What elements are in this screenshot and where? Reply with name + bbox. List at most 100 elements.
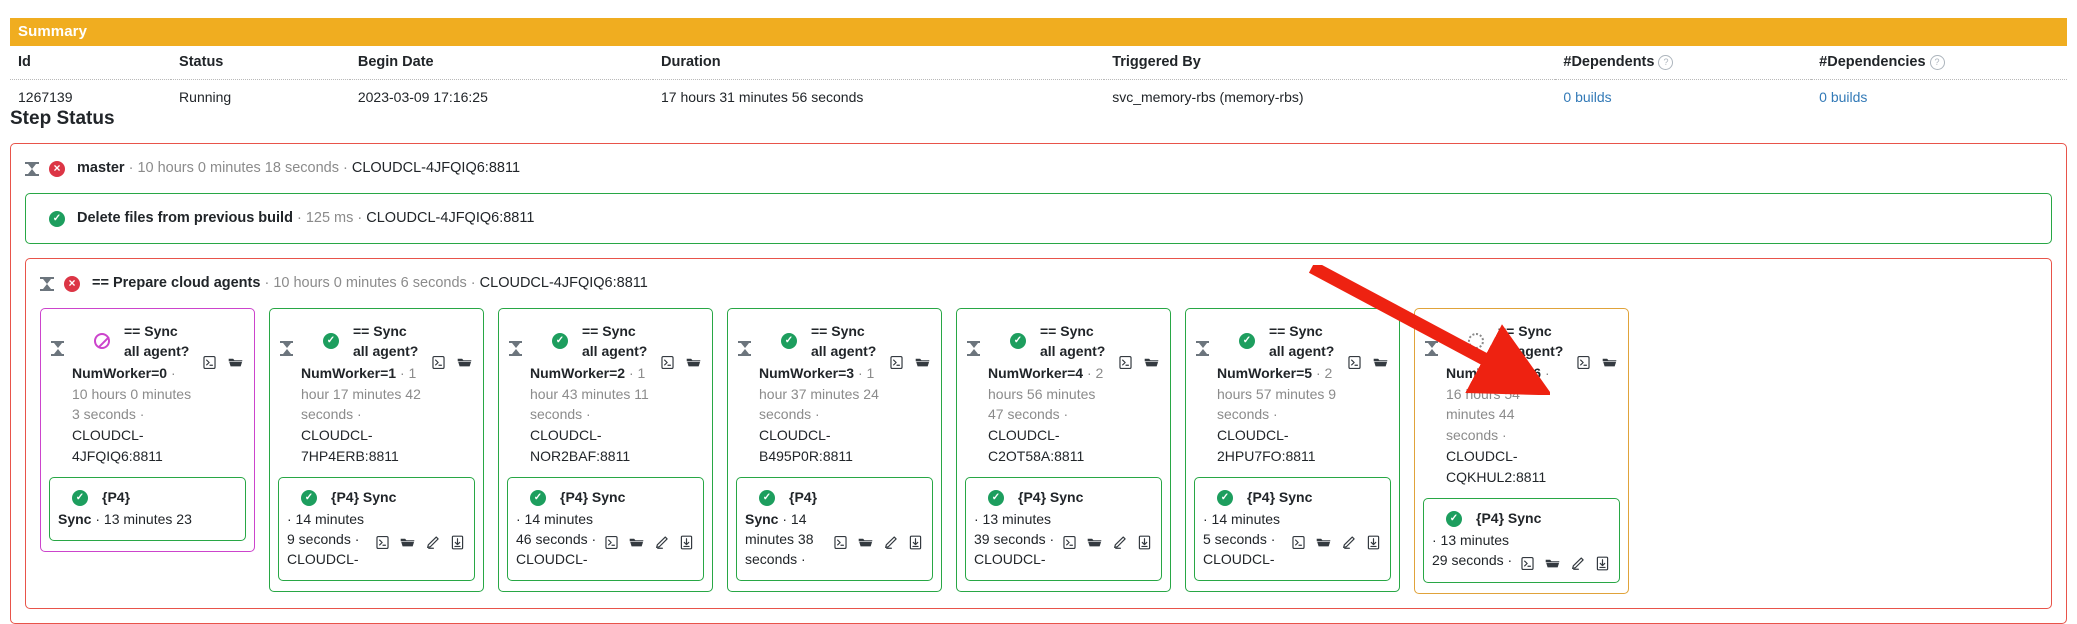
sync-agent-card-0[interactable]: == Sync all agent? NumWorker=0 · 10 hours… — [40, 308, 255, 552]
step-node-master-header[interactable]: master · 10 hours 0 minutes 18 seconds ·… — [11, 144, 2066, 193]
dependencies-builds-link[interactable]: 0 builds — [1819, 89, 1867, 105]
edit-icon[interactable] — [1111, 534, 1128, 551]
folder-icon[interactable] — [1372, 354, 1389, 371]
p4-sync-subcard-title: {P4} Sync — [1247, 489, 1313, 506]
download-icon[interactable] — [1136, 534, 1153, 551]
folder-icon[interactable] — [1315, 534, 1332, 551]
console-icon[interactable] — [1346, 354, 1363, 371]
p4-sync-subcard-3[interactable]: {P4} Sync · 14 minutes 38 seconds · — [736, 477, 933, 581]
edit-icon[interactable] — [1340, 534, 1357, 551]
sync-agent-card-6[interactable]: == Sync all agent? NumWorker=6 · 16 hours… — [1414, 308, 1629, 594]
folder-icon[interactable] — [628, 534, 645, 551]
p4-sync-subcard-body: · 14 minutes 5 seconds · CLOUDCL- — [1203, 510, 1382, 570]
collapse-toggle-icon[interactable] — [51, 341, 64, 357]
p4-sync-subcard-1[interactable]: {P4} Sync · 14 minutes 9 seconds · CLOUD… — [278, 477, 475, 581]
column-header-status: Status — [171, 46, 350, 80]
console-icon[interactable] — [1575, 354, 1592, 371]
download-icon[interactable] — [449, 534, 466, 551]
collapse-toggle-icon[interactable] — [40, 276, 54, 292]
folder-icon[interactable] — [456, 354, 473, 371]
p4-sync-subcard-5[interactable]: {P4} Sync · 14 minutes 5 seconds · CLOUD… — [1194, 477, 1391, 581]
folder-icon[interactable] — [857, 534, 874, 551]
folder-icon[interactable] — [227, 354, 244, 371]
summary-table-header-row: Id Status Begin Date Duration Triggered … — [10, 46, 2067, 80]
sync-agent-card-1[interactable]: == Sync all agent? NumWorker=1 · 1 hour 1… — [269, 308, 484, 592]
download-icon[interactable] — [678, 534, 695, 551]
sync-agent-card-4[interactable]: == Sync all agent? NumWorker=4 · 2 hours … — [956, 308, 1171, 592]
step-node-delete-files-header[interactable]: Delete files from previous build · 125 m… — [26, 194, 2051, 243]
console-icon[interactable] — [1061, 534, 1078, 551]
p4-sync-subcard-wrap: {P4} Sync · 13 minutes 23 — [41, 477, 254, 551]
collapse-toggle-icon[interactable] — [280, 341, 293, 357]
p4-sync-subcard-0[interactable]: {P4} Sync · 13 minutes 23 — [49, 477, 246, 541]
p4-sync-subcard-6[interactable]: {P4} Sync · 13 minutes 29 seconds · — [1423, 497, 1620, 583]
p4-sync-subcard-bold: Sync — [745, 510, 779, 527]
p4-sync-subcard-title: {P4} — [789, 489, 818, 506]
sync-agent-card-header: == Sync all agent? NumWorker=0 · 10 hours… — [41, 309, 254, 477]
column-header-dependencies-label: #Dependencies — [1819, 54, 1926, 70]
status-ok-icon — [1239, 332, 1255, 350]
collapse-toggle-icon[interactable] — [738, 341, 751, 357]
step-node-master: master · 10 hours 0 minutes 18 seconds ·… — [10, 143, 2067, 624]
folder-icon[interactable] — [1601, 354, 1618, 371]
console-icon[interactable] — [430, 354, 447, 371]
p4-sync-subcard-bold: Sync — [58, 510, 92, 527]
sync-agent-card-main: == Sync all agent? NumWorker=3 · 1 hour 3… — [759, 321, 882, 467]
folder-icon[interactable] — [914, 354, 931, 371]
collapse-toggle-icon[interactable] — [509, 341, 522, 357]
folder-icon[interactable] — [1143, 354, 1160, 371]
p4-sync-subcard-4[interactable]: {P4} Sync · 13 minutes 39 seconds · CLOU… — [965, 477, 1162, 581]
sync-agent-card-title: == Sync all agent? — [582, 323, 648, 360]
p4-sync-subcard-2[interactable]: {P4} Sync · 14 minutes 46 seconds · CLOU… — [507, 477, 704, 581]
folder-icon[interactable] — [1544, 555, 1561, 572]
step-node-prepare-cloud-agents-header[interactable]: == Prepare cloud agents · 10 hours 0 min… — [26, 259, 2051, 308]
dependents-builds-link[interactable]: 0 builds — [1563, 89, 1611, 105]
console-icon[interactable] — [201, 354, 218, 371]
status-skip-icon — [94, 333, 110, 350]
console-icon[interactable] — [1117, 354, 1134, 371]
help-icon-dependents[interactable]: ? — [1658, 55, 1674, 70]
p4-sync-subcard-detail: · 13 minutes 39 seconds · CLOUDCL- — [974, 510, 1057, 570]
status-ok-icon — [1217, 489, 1233, 506]
console-icon[interactable] — [374, 534, 391, 551]
console-icon[interactable] — [832, 534, 849, 551]
download-icon[interactable] — [1594, 555, 1611, 572]
edit-icon[interactable] — [882, 534, 899, 551]
help-icon-dependencies[interactable]: ? — [1929, 55, 1945, 70]
card-action-icons — [1575, 354, 1618, 371]
edit-icon[interactable] — [424, 534, 441, 551]
collapse-toggle-icon[interactable] — [967, 341, 980, 357]
p4-sync-subcard-title-row: {P4} Sync — [1432, 509, 1611, 529]
sync-agent-card-3[interactable]: == Sync all agent? NumWorker=3 · 1 hour 3… — [727, 308, 942, 592]
console-icon[interactable] — [1519, 555, 1536, 572]
sync-agent-card-2[interactable]: == Sync all agent? NumWorker=2 · 1 hour 4… — [498, 308, 713, 592]
sync-agent-card-main: == Sync all agent? NumWorker=5 · 2 hours … — [1217, 321, 1340, 467]
step-node-delete-files-meta: · 125 ms · — [292, 210, 367, 227]
card-action-icons — [1061, 534, 1153, 551]
collapse-toggle-icon[interactable] — [1425, 341, 1438, 357]
download-icon[interactable] — [907, 534, 924, 551]
sync-agent-card-5[interactable]: == Sync all agent? NumWorker=5 · 2 hours … — [1185, 308, 1400, 592]
sync-agent-card-detail: NumWorker=3 · 1 hour 37 minutes 24 secon… — [759, 365, 879, 465]
sync-agent-card-title-row: == Sync all agent? — [1217, 321, 1340, 362]
console-icon[interactable] — [659, 354, 676, 371]
collapse-toggle-icon[interactable] — [1196, 341, 1209, 357]
download-icon[interactable] — [1365, 534, 1382, 551]
edit-icon[interactable] — [1569, 555, 1586, 572]
sync-agent-card-header: == Sync all agent? NumWorker=4 · 2 hours … — [957, 309, 1170, 477]
step-node-prepare-cloud-agents: == Prepare cloud agents · 10 hours 0 min… — [25, 258, 2052, 609]
sync-agent-card-worker-label: NumWorker=1 — [301, 364, 397, 381]
sync-agent-card-header: == Sync all agent? NumWorker=3 · 1 hour 3… — [728, 309, 941, 477]
console-icon[interactable] — [603, 534, 620, 551]
sync-agent-card-main: == Sync all agent? NumWorker=0 · 10 hours… — [72, 321, 195, 467]
sync-agent-card-title-row: == Sync all agent? — [301, 321, 424, 362]
collapse-toggle-icon[interactable] — [25, 161, 39, 177]
folder-icon[interactable] — [685, 354, 702, 371]
folder-icon[interactable] — [1086, 534, 1103, 551]
column-header-dependents-label: #Dependents — [1563, 54, 1655, 70]
p4-sync-subcard-title: {P4} Sync — [1018, 489, 1084, 506]
console-icon[interactable] — [1290, 534, 1307, 551]
folder-icon[interactable] — [399, 534, 416, 551]
edit-icon[interactable] — [653, 534, 670, 551]
console-icon[interactable] — [888, 354, 905, 371]
